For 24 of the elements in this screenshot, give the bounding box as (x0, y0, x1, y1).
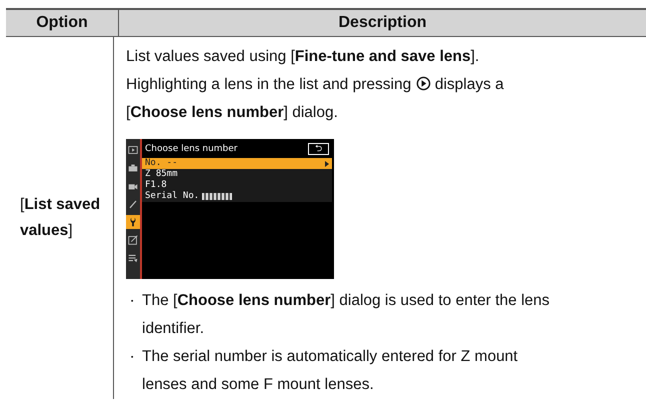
option-name: [List saved values] (20, 195, 102, 241)
bullet-text: The serial number is automatically entered for Z mount lenses and some F mount lenses. (142, 347, 519, 395)
play-icon (127, 144, 139, 156)
menu-tab[interactable] (126, 143, 140, 157)
bullet-text: The [Choose lens number] dialog is used to enter the lens identifier. (142, 291, 551, 339)
menu-tab[interactable] (126, 233, 140, 247)
multi-selector-right-icon (416, 76, 431, 91)
menu-tab[interactable] (126, 215, 140, 229)
menu-item[interactable]: Z 85mm (142, 169, 332, 180)
highlighted-menu-item[interactable]: No. -- (142, 158, 332, 169)
bullet-mark: ・ (126, 293, 139, 310)
edit-box-icon (127, 234, 139, 246)
pencil-icon (127, 198, 139, 210)
column-header: Option (6, 10, 119, 36)
right-arrow-icon (325, 160, 329, 166)
camera-icon (127, 162, 139, 174)
bullet-mark: ・ (126, 349, 139, 366)
menu-item[interactable]: Serial No. (142, 191, 332, 202)
dialog-title: Choose lens number (145, 144, 238, 154)
list-icon (127, 252, 139, 264)
column-header: Description (337, 13, 428, 33)
menu-item[interactable]: F1.8 (142, 180, 332, 191)
back-button[interactable]: ⮌ (308, 143, 329, 155)
description-text: List values saved using [Fine-tune and save lens]. Highlighting a lens in the list and pressing displays a [Choose lens number] dialog. (126, 47, 505, 123)
